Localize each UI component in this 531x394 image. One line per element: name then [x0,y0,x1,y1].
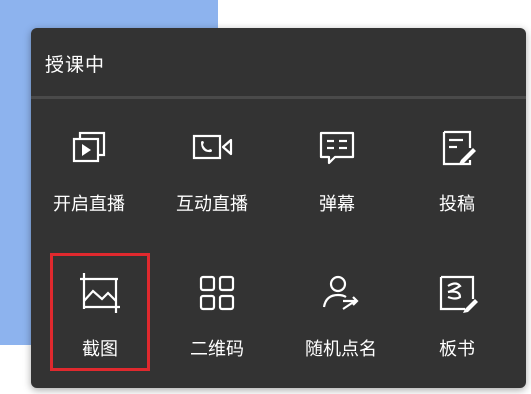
tool-label: 开启直播 [53,194,125,215]
tool-label: 弹幕 [319,194,355,215]
video-call-icon [192,134,233,160]
tool-blackboard-writing[interactable]: 板书 [407,253,507,371]
qr-code-icon [199,275,235,311]
tool-interactive-live[interactable]: 互动直播 [162,108,262,226]
header-divider [31,96,526,99]
tool-bullet-comment[interactable]: 弹幕 [287,108,387,226]
tool-start-live[interactable]: 开启直播 [39,108,139,226]
tool-label: 随机点名 [305,339,377,360]
random-rollcall-icon [322,275,359,310]
tool-label: 投稿 [439,194,475,215]
tool-random-rollcall[interactable]: 随机点名 [291,253,391,371]
live-stream-icon [72,131,106,163]
tool-label: 互动直播 [176,194,248,215]
tool-screenshot[interactable]: 截图 [50,253,150,371]
tool-label: 板书 [439,339,475,360]
submit-edit-icon [442,130,476,166]
screenshot-image-icon [80,273,120,313]
panel-header: 授课中 [31,28,526,96]
blackboard-writing-icon [439,275,478,313]
panel-title: 授课中 [45,54,106,76]
tool-label: 截图 [82,339,118,360]
tool-submit[interactable]: 投稿 [407,108,507,226]
tool-label: 二维码 [190,339,244,360]
bullet-comment-icon [319,131,355,165]
teaching-menu-panel: 授课中 开启直播 互动直播 弹幕 投稿 截图 二维码 随机点名 板书 [31,28,526,388]
tool-qr-code[interactable]: 二维码 [167,253,267,371]
